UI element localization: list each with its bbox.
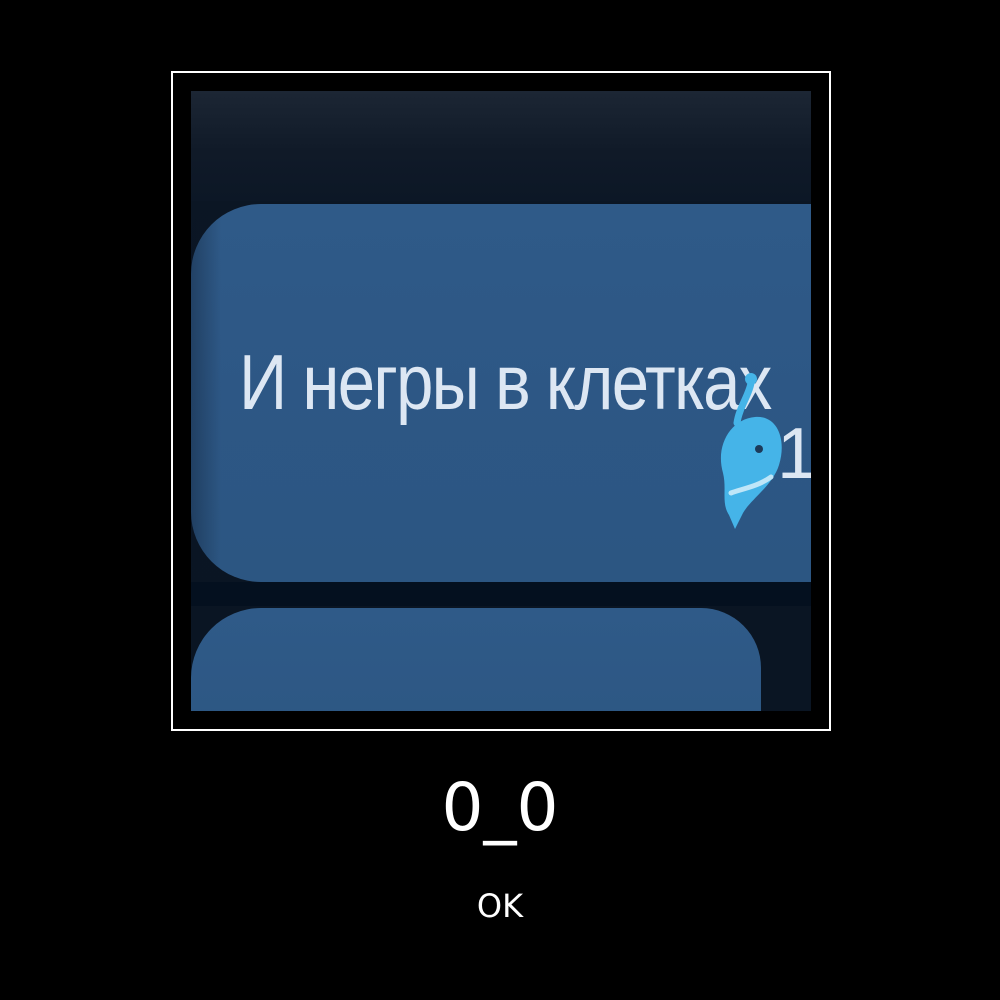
message-text: И негры в клетках — [239, 338, 772, 426]
next-message-bubble — [191, 608, 761, 711]
caption-subtitle: OK — [476, 887, 524, 925]
chat-header-strip — [191, 91, 811, 201]
bubble-edge-shade — [191, 204, 221, 582]
picture-frame: И негры в клетках 1 — [171, 71, 831, 731]
reaction-count: 1 — [777, 414, 811, 494]
demotivator-poster: И негры в клетках 1 0_0 OK — [0, 0, 1000, 1000]
message-gap — [191, 582, 811, 606]
caption-title: 0_0 — [441, 769, 559, 846]
chat-screenshot: И негры в клетках 1 — [191, 91, 811, 711]
